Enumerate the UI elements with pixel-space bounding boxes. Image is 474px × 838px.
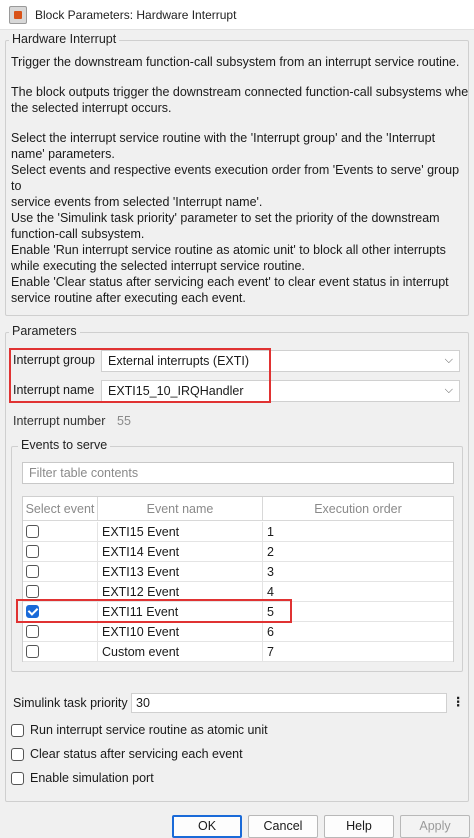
event-checkbox[interactable] [26, 525, 39, 538]
table-row[interactable]: EXTI15 Event 1 [23, 522, 453, 542]
description-paragraph-2: The block outputs trigger the downstream… [11, 85, 469, 115]
execution-order-cell[interactable]: 7 [263, 642, 453, 662]
filter-table-input[interactable]: Filter table contents [22, 462, 454, 484]
table-row[interactable]: EXTI14 Event 2 [23, 542, 453, 562]
atomic-label: Run interrupt service routine as atomic … [30, 723, 268, 737]
block-description: Trigger the downstream function-call sub… [11, 54, 471, 320]
task-priority-label: Simulink task priority [13, 696, 128, 710]
clear-status-label: Clear status after servicing each event [30, 747, 243, 761]
select-cell [23, 582, 98, 602]
event-checkbox[interactable] [26, 645, 39, 658]
table-row[interactable]: EXTI13 Event 3 [23, 562, 453, 582]
events-legend: Events to serve [18, 438, 111, 452]
event-name-cell: EXTI15 Event [98, 522, 263, 542]
event-name-cell: Custom event [98, 642, 263, 662]
window-title: Block Parameters: Hardware Interrupt [35, 7, 237, 22]
table-header: Select event Event name Execution order [23, 497, 453, 521]
execution-order-cell[interactable]: 3 [263, 562, 453, 582]
description-paragraph-3: Select the interrupt service routine wit… [11, 131, 460, 305]
interrupt-number-label: Interrupt number [13, 414, 106, 428]
event-checkbox[interactable] [26, 565, 39, 578]
interrupt-group-value: External interrupts (EXTI) [108, 354, 250, 368]
event-checkbox-checked[interactable] [26, 605, 39, 618]
execution-order-cell[interactable]: 5 [263, 602, 453, 622]
sim-port-option[interactable]: Enable simulation port [11, 771, 154, 785]
cancel-button[interactable]: Cancel [248, 815, 318, 838]
event-name-cell: EXTI14 Event [98, 542, 263, 562]
execution-order-cell[interactable]: 4 [263, 582, 453, 602]
select-cell [23, 542, 98, 562]
help-button[interactable]: Help [324, 815, 394, 838]
event-checkbox[interactable] [26, 545, 39, 558]
chevron-down-icon: ⌵ [444, 384, 453, 396]
execution-order-cell[interactable]: 2 [263, 542, 453, 562]
chevron-down-icon: ⌵ [444, 354, 453, 366]
event-name-cell: EXTI13 Event [98, 562, 263, 582]
atomic-option[interactable]: Run interrupt service routine as atomic … [11, 723, 268, 737]
interrupt-name-value: EXTI15_10_IRQHandler [108, 384, 244, 398]
interrupt-name-dropdown[interactable]: EXTI15_10_IRQHandler ⌵ [101, 380, 460, 402]
parameters-legend: Parameters [9, 324, 80, 338]
execution-order-cell[interactable]: 1 [263, 522, 453, 542]
table-row[interactable]: EXTI10 Event 6 [23, 622, 453, 642]
events-table: Select event Event name Execution order … [22, 496, 454, 662]
event-name-cell: EXTI10 Event [98, 622, 263, 642]
event-checkbox[interactable] [26, 585, 39, 598]
event-name-cell: EXTI12 Event [98, 582, 263, 602]
description-legend: Hardware Interrupt [9, 32, 120, 46]
ok-button[interactable]: OK [172, 815, 242, 838]
apply-button[interactable]: Apply [400, 815, 470, 838]
interrupt-number-value: 55 [117, 414, 131, 428]
table-row[interactable]: EXTI12 Event 4 [23, 582, 453, 602]
title-bar: Block Parameters: Hardware Interrupt [0, 0, 474, 30]
clear-status-option[interactable]: Clear status after servicing each event [11, 747, 243, 761]
interrupt-group-label: Interrupt group [13, 353, 95, 367]
select-cell [23, 562, 98, 582]
column-select-event[interactable]: Select event [23, 497, 98, 521]
sim-port-label: Enable simulation port [30, 771, 154, 785]
simulink-block-icon [9, 5, 27, 24]
column-event-name[interactable]: Event name [98, 497, 263, 521]
table-row[interactable]: Custom event 7 [23, 642, 453, 662]
table-row[interactable]: EXTI11 Event 5 [23, 602, 453, 622]
event-name-cell: EXTI11 Event [98, 602, 263, 622]
sim-port-checkbox[interactable] [11, 771, 24, 785]
interrupt-name-label: Interrupt name [13, 383, 95, 397]
select-cell [23, 642, 98, 662]
interrupt-group-dropdown[interactable]: External interrupts (EXTI) ⌵ [101, 350, 460, 372]
execution-order-cell[interactable]: 6 [263, 622, 453, 642]
select-cell [23, 602, 98, 622]
description-paragraph-1: Trigger the downstream function-call sub… [11, 55, 460, 69]
clear-status-checkbox[interactable] [11, 747, 24, 761]
event-checkbox[interactable] [26, 625, 39, 638]
atomic-checkbox[interactable] [11, 723, 24, 737]
more-options-icon[interactable]: ⋮ [452, 694, 465, 709]
task-priority-input[interactable]: 30 [131, 693, 447, 713]
select-cell [23, 622, 98, 642]
select-cell [23, 522, 98, 542]
column-execution-order[interactable]: Execution order [263, 497, 453, 521]
